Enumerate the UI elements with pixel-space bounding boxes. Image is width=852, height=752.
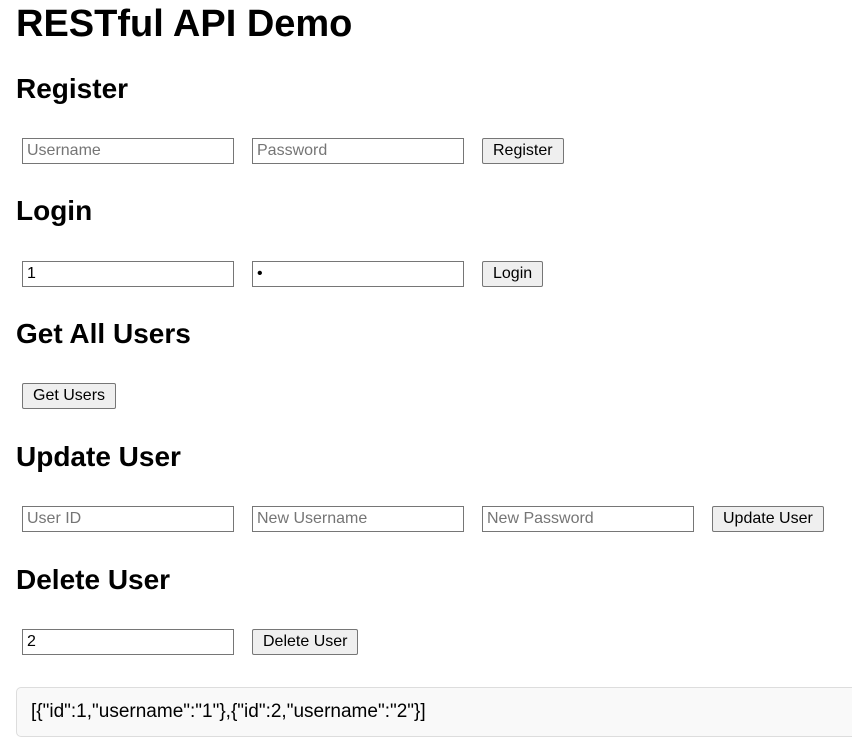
get-users-form: Get Users xyxy=(22,383,117,409)
get-users-button[interactable]: Get Users xyxy=(22,383,117,409)
login-heading: Login xyxy=(16,195,93,226)
response-output-text: [{"id":1,"username":"1"},{"id":2,"userna… xyxy=(31,701,426,722)
page-title: RESTful API Demo xyxy=(16,3,353,45)
login-password-input[interactable] xyxy=(252,261,464,287)
register-heading: Register xyxy=(16,73,129,104)
update-user-form: Update User xyxy=(22,506,824,532)
register-password-input[interactable] xyxy=(252,138,464,164)
login-form: Login xyxy=(22,261,544,287)
page: RESTful API Demo Register Register Login… xyxy=(0,0,852,752)
update-user-heading: Update User xyxy=(16,441,181,472)
update-user-button[interactable]: Update User xyxy=(712,506,824,532)
update-new-password-input[interactable] xyxy=(482,506,694,532)
delete-user-form: Delete User xyxy=(22,629,359,655)
update-new-username-input[interactable] xyxy=(252,506,464,532)
login-button[interactable]: Login xyxy=(482,261,544,287)
update-user-id-input[interactable] xyxy=(22,506,234,532)
register-username-input[interactable] xyxy=(22,138,234,164)
register-form: Register xyxy=(22,138,564,164)
delete-user-button[interactable]: Delete User xyxy=(252,629,359,655)
delete-user-id-input[interactable] xyxy=(22,629,234,655)
response-output: [{"id":1,"username":"1"},{"id":2,"userna… xyxy=(16,687,852,737)
login-username-input[interactable] xyxy=(22,261,234,287)
get-users-heading: Get All Users xyxy=(16,318,191,349)
delete-user-heading: Delete User xyxy=(16,564,171,595)
register-button[interactable]: Register xyxy=(482,138,564,164)
